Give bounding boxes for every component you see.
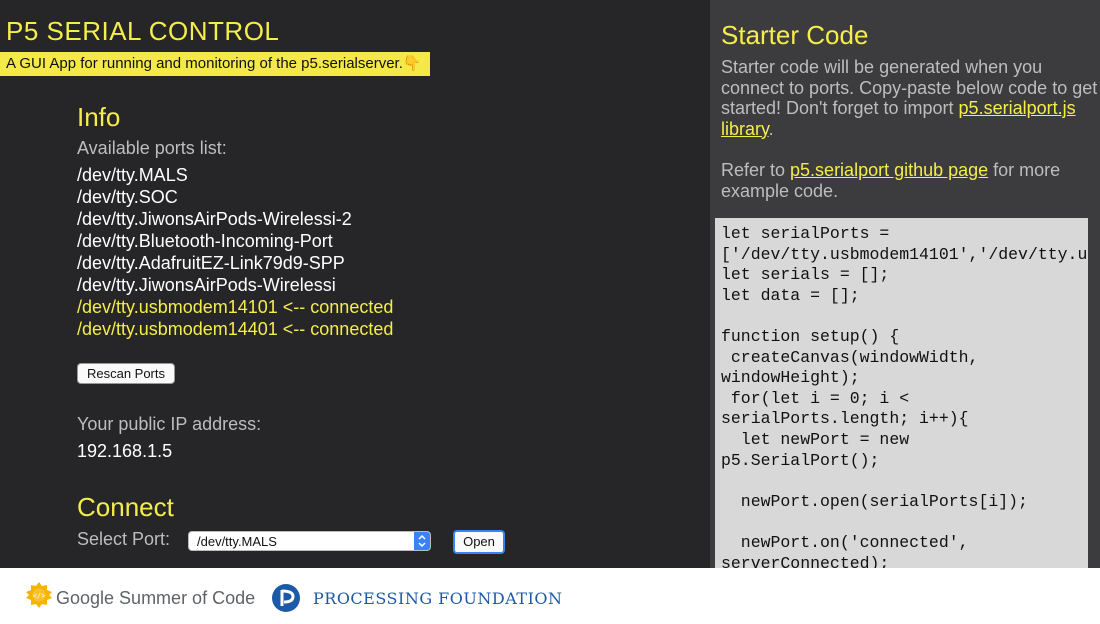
app-title: P5 SERIAL CONTROL <box>6 16 280 46</box>
port-item: /dev/tty.JiwonsAirPods-Wirelessi <box>77 275 336 295</box>
starter-heading: Starter Code <box>721 20 869 50</box>
info-heading: Info <box>77 102 121 132</box>
connect-heading: Connect <box>77 492 174 522</box>
github-page-link[interactable]: p5.serialport github page <box>790 160 988 180</box>
select-arrows-icon <box>414 532 430 550</box>
port-item: /dev/tty.usbmodem14101 <-- connected <box>77 297 394 317</box>
svg-text:</>: </> <box>33 592 46 600</box>
gsoc-rest: Summer of Code <box>114 588 256 608</box>
gsoc-brand: Google <box>56 588 115 608</box>
gsoc-logo-text: Google Summer of Code <box>56 588 255 609</box>
port-item: /dev/tty.JiwonsAirPods-Wirelessi-2 <box>77 209 352 229</box>
port-item: /dev/tty.SOC <box>77 187 178 207</box>
processing-foundation-logo-text: PROCESSING FOUNDATION <box>313 589 563 608</box>
code-text: let serialPorts = ['/dev/tty.usbmodem141… <box>721 224 1088 568</box>
port-item: /dev/tty.Bluetooth-Incoming-Port <box>77 231 333 251</box>
code-block[interactable]: let serialPorts = ['/dev/tty.usbmodem141… <box>715 218 1088 568</box>
starter-para2-text: Refer to <box>721 160 791 180</box>
port-item: /dev/tty.usbmodem14401 <-- connected <box>77 319 394 339</box>
port-item: /dev/tty.MALS <box>77 165 188 185</box>
port-select[interactable]: /dev/tty.MALS <box>188 531 431 551</box>
ports-label: Available ports list: <box>77 138 227 158</box>
starter-para1-end: . <box>768 118 774 139</box>
port-item: /dev/tty.AdafruitEZ-Link79d9-SPP <box>77 253 345 273</box>
sun-logo-icon: </> <box>26 582 52 613</box>
open-button[interactable]: Open <box>453 530 505 554</box>
processing-logo-icon <box>271 583 301 618</box>
select-port-label: Select Port: <box>77 529 171 549</box>
starter-paragraph-1: Starter code will be generated when you … <box>721 57 1099 139</box>
ip-value: 192.168.1.5 <box>77 441 173 461</box>
starter-code-panel: Starter Code Starter code will be genera… <box>710 0 1100 568</box>
app-tagline: A GUI App for running and monitoring of … <box>0 52 430 76</box>
starter-paragraph-2: Refer to p5.serialport github page for m… <box>721 160 1099 201</box>
port-select-value: /dev/tty.MALS <box>197 534 277 549</box>
app-window: P5 SERIAL CONTROL A GUI App for running … <box>0 0 1100 568</box>
rescan-ports-button[interactable]: Rescan Ports <box>77 363 175 384</box>
ip-label: Your public IP address: <box>77 414 262 434</box>
port-list: /dev/tty.MALS/dev/tty.SOC/dev/tty.Jiwons… <box>77 164 393 340</box>
